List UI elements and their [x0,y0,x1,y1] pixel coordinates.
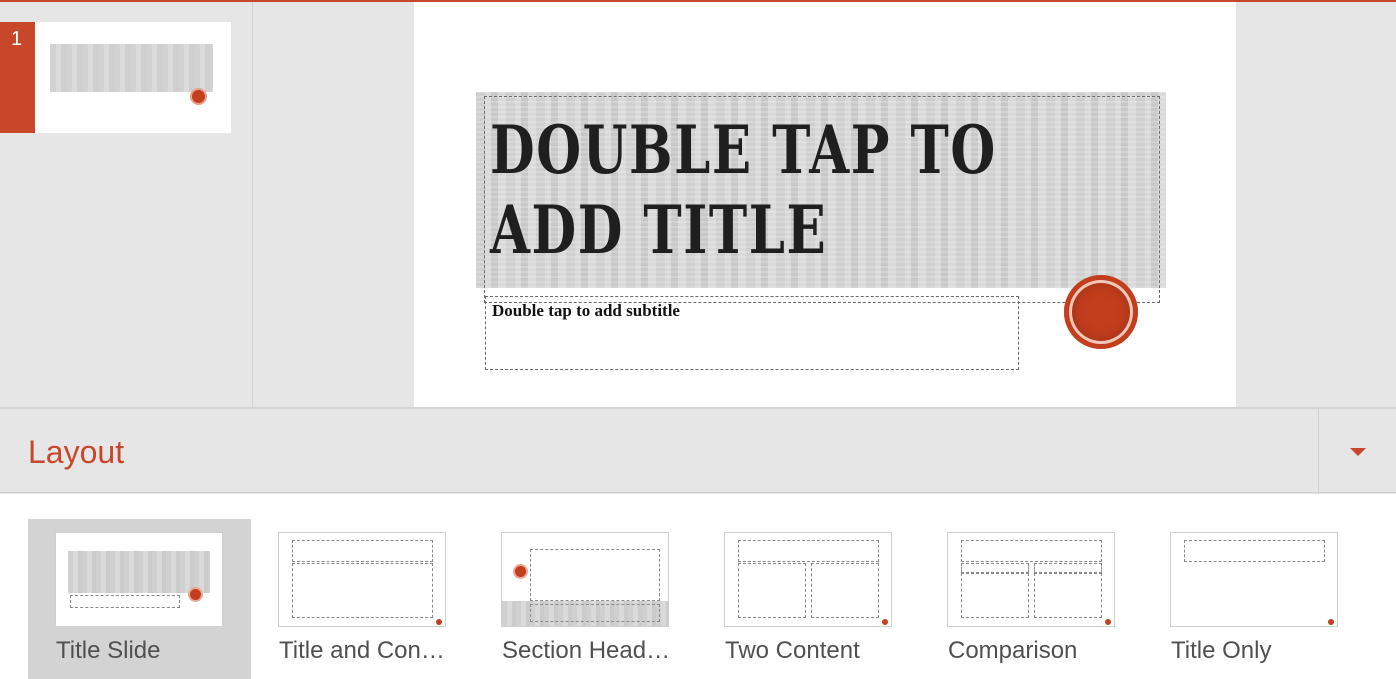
layout-thumbnail [55,532,223,627]
mini-title-box [738,540,879,562]
mini-title-box [961,540,1102,562]
mini-text-box [530,604,660,622]
layout-panel-header: Layout [0,407,1396,495]
mini-left-heading-box [961,563,1029,573]
slide-canvas-area: Double tap to add title Double tap to ad… [254,2,1396,407]
title-placeholder-text: Double tap to add title [490,111,997,269]
layout-gallery: Title Slide Title and Con… Section Head…… [0,494,1396,679]
slide-number: 1 [11,28,23,50]
mini-dot-icon [436,619,442,625]
decorative-stamp-circle [1064,275,1138,349]
thumbnail-title-band [50,44,213,92]
slide-thumbnail-rail: 1 [0,2,253,407]
thumbnail-stamp-icon [190,88,207,105]
mini-dot-icon [1105,619,1111,625]
layout-option-two-content[interactable]: Two Content [697,519,920,679]
layout-option-label: Section Head… [502,637,671,664]
mini-title-box [530,549,660,601]
layout-option-label: Title Slide [56,637,161,664]
mini-title-box [1184,540,1325,562]
mini-right-content-box [1034,573,1102,618]
mini-dot-icon [882,619,888,625]
layout-thumbnail [501,532,669,627]
mini-right-content-box [811,563,879,618]
mini-left-content-box [738,563,806,618]
layout-option-label: Title Only [1171,637,1272,664]
layout-thumbnail [1170,532,1338,627]
mini-title-band [68,551,210,593]
subtitle-placeholder[interactable]: Double tap to add subtitle [485,296,1019,370]
layout-option-title-only[interactable]: Title Only [1143,519,1366,679]
layout-option-label: Title and Con… [279,637,445,664]
subtitle-placeholder-text: Double tap to add subtitle [492,301,680,320]
chevron-down-icon [1350,448,1366,456]
slide-canvas[interactable]: Double tap to add title Double tap to ad… [414,2,1236,407]
mini-subtitle-box [70,595,180,608]
layout-thumbnail [278,532,446,627]
layout-option-label: Comparison [948,637,1078,664]
layout-option-section-header[interactable]: Section Head… [474,519,697,679]
mini-right-heading-box [1034,563,1102,573]
layout-thumbnail [947,532,1115,627]
mini-content-box [292,563,433,618]
layout-option-label: Two Content [725,637,860,664]
layout-option-title-and-content[interactable]: Title and Con… [251,519,474,679]
layout-panel-title: Layout [28,434,125,470]
slide-thumbnail-1[interactable] [35,22,231,133]
layout-option-comparison[interactable]: Comparison [920,519,1143,679]
mini-title-box [292,540,433,562]
layout-option-title-slide[interactable]: Title Slide [28,519,251,679]
layout-dropdown-button[interactable] [1319,409,1396,495]
layout-thumbnail [724,532,892,627]
mini-stamp-icon [513,564,528,579]
mini-dot-icon [1328,619,1334,625]
mini-stamp-icon [188,587,203,602]
mini-left-content-box [961,573,1029,618]
